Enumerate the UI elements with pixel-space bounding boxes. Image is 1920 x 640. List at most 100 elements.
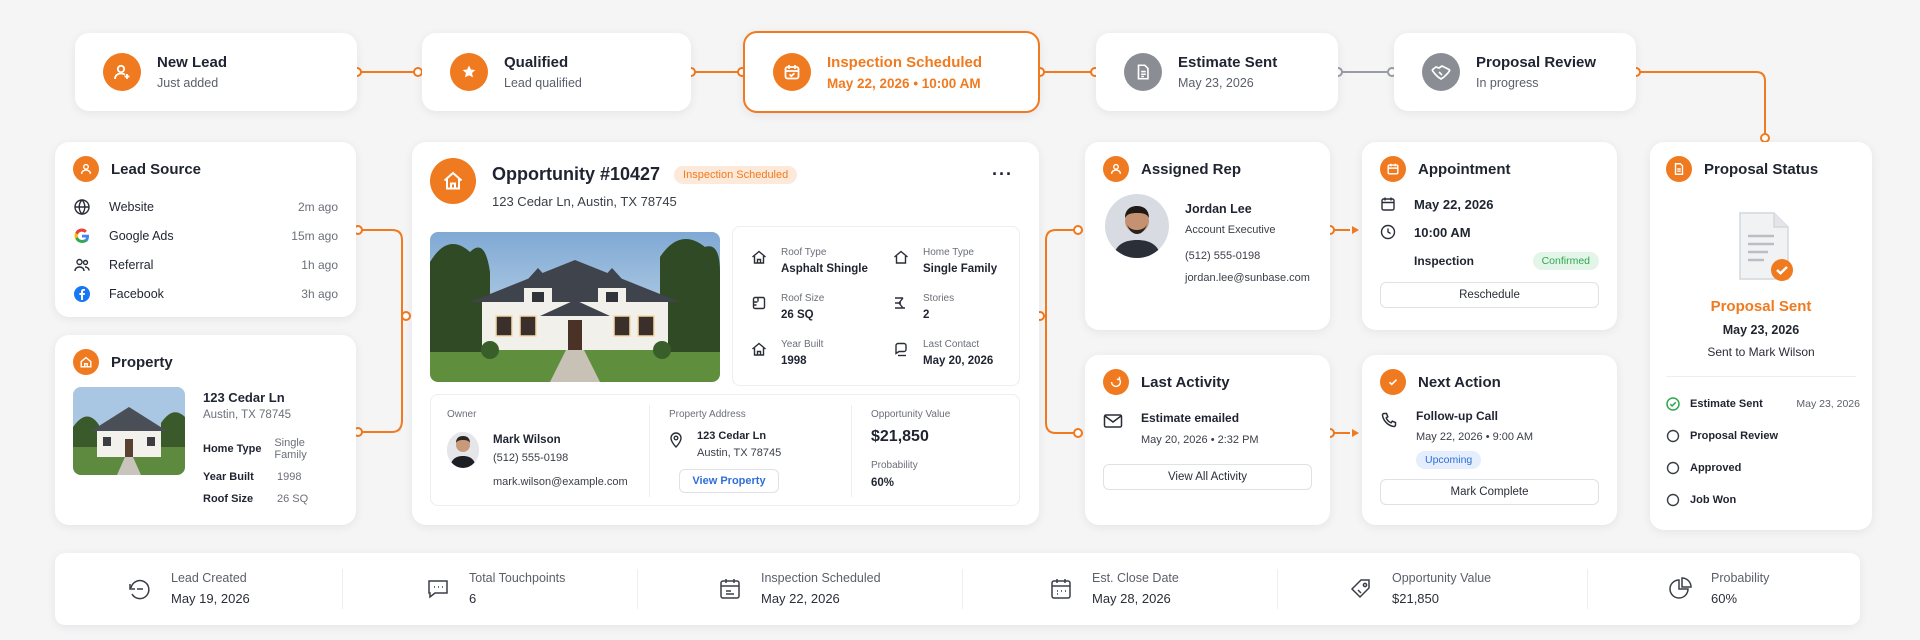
owner-email[interactable]: mark.wilson@example.com [493,476,628,488]
star-badge-icon [450,53,488,91]
stage-estimate-sent[interactable]: Estimate Sent May 23, 2026 [1096,33,1338,111]
activity-time: May 20, 2026 • 2:32 PM [1141,434,1259,446]
spec-label: Home Type [923,247,974,258]
card-title: Lead Source [111,160,202,178]
next-action-card: Next Action Follow-up Call May 22, 2026 … [1362,355,1617,525]
rep-phone[interactable]: (512) 555-0198 [1185,250,1310,262]
globe-icon [73,198,91,216]
stage-title: New Lead [157,54,228,71]
proposal-date: May 23, 2026 [1722,323,1800,337]
proposal-status-card: Proposal Status Proposal Sent May 23, 20… [1650,142,1872,530]
stage-subtitle: Lead qualified [504,76,582,90]
stage-subtitle: May 22, 2026 • 10:00 AM [827,75,981,91]
clock-icon [1380,224,1396,240]
mark-complete-button[interactable]: Mark Complete [1380,479,1599,505]
stage-proposal-review[interactable]: Proposal Review In progress [1394,33,1636,111]
upcoming-badge: Upcoming [1416,451,1482,469]
calendar-icon [1380,156,1406,182]
probability-label: Probability [871,460,918,471]
address-city: Austin, TX 78745 [697,447,782,459]
appointment-time: 10:00 AM [1414,224,1471,240]
stage-subtitle: May 23, 2026 [1178,76,1254,90]
check-circle-icon [1380,369,1406,395]
detail-label: Home Type [203,443,262,455]
pipeline-dashboard: New Lead Just added Qualified Lead qualifi… [0,0,1920,640]
pie-icon [1667,576,1693,602]
spec-value: 1998 [781,355,807,367]
phone-icon [1380,411,1398,429]
detail-value: 26 SQ [277,493,309,505]
stage-title: Proposal Review [1476,54,1597,71]
rep-name: Jordan Lee [1185,202,1252,216]
stage-new-lead[interactable]: New Lead Just added [75,33,357,111]
people-icon [73,256,91,274]
card-title: Appointment [1418,160,1511,178]
calendar-icon [1380,196,1396,212]
appointment-date: May 22, 2026 [1414,196,1494,212]
more-menu-button[interactable]: ··· [992,164,1013,185]
specs-panel: Roof Type Asphalt Shingle Home Type Single… [732,226,1020,386]
owner-avatar [447,432,479,468]
rep-role: Account Executive [1185,224,1276,236]
source-time: 1h ago [301,257,338,272]
property-thumbnail[interactable] [73,387,185,475]
owner-phone[interactable]: (512) 555-0198 [493,452,628,464]
property-address-label: Property Address [669,409,746,420]
stat-item: Opportunity Value $21,850 [1348,571,1491,606]
proposal-step: Proposal Review [1666,420,1860,452]
stage-subtitle: In progress [1476,76,1539,90]
document-icon [1124,53,1162,91]
tag-icon [1348,576,1374,602]
card-title: Property [111,353,173,371]
owner-name: Mark Wilson [493,434,561,446]
home-icon [751,341,767,357]
step-label: Approved [1690,462,1742,474]
house-photo[interactable] [430,232,720,382]
last-activity-card: Last Activity Estimate emailed May 20, 2… [1085,355,1330,525]
lead-source-row[interactable]: Google Ads 15m ago [73,221,338,250]
user-icon [73,156,99,182]
lead-source-row[interactable]: Referral 1h ago [73,250,338,279]
empty-circle-icon [1666,461,1680,475]
confirmed-badge: Confirmed [1532,252,1599,270]
source-label: Facebook [109,286,164,301]
appointment-type: Inspection [1414,254,1475,268]
activity-icon [1103,369,1129,395]
view-all-activity-button[interactable]: View All Activity [1103,464,1312,490]
view-property-button[interactable]: View Property [679,469,779,493]
card-title: Next Action [1418,373,1501,391]
roof-icon [751,249,767,265]
stage-title: Inspection Scheduled [827,53,983,71]
value-label: Opportunity Value [871,409,951,420]
lead-source-row[interactable]: Website 2m ago [73,192,338,221]
spec-item: Last Contact May 20, 2026 [893,339,1013,367]
stat-label: Lead Created [171,571,247,585]
spec-value: Asphalt Shingle [781,263,868,275]
spec-label: Roof Size [781,293,825,304]
card-title: Last Activity [1141,373,1230,391]
address-street: 123 Cedar Ln [697,430,767,442]
stairs-icon [893,295,909,311]
source-label: Referral [109,257,154,272]
stat-item: Inspection Scheduled May 22, 2026 [717,571,881,606]
source-time: 15m ago [291,228,338,243]
lead-source-row[interactable]: Facebook 3h ago [73,279,338,308]
stat-value: May 28, 2026 [1092,591,1171,606]
stage-inspection-scheduled[interactable]: Inspection Scheduled May 22, 2026 • 10:00… [743,31,1040,113]
spec-label: Last Contact [923,339,980,350]
proposal-recipient: Sent to Mark Wilson [1707,345,1815,359]
activity-title: Estimate emailed [1141,411,1240,425]
reschedule-button[interactable]: Reschedule [1380,282,1599,308]
stat-label: Total Touchpoints [469,571,566,585]
chat-icon [893,341,909,357]
ruler-icon [751,295,767,311]
spec-value: Single Family [923,263,998,275]
empty-circle-icon [1666,429,1680,443]
card-title: Assigned Rep [1141,160,1242,178]
stat-item: Probability 60% [1667,571,1769,606]
stage-qualified[interactable]: Qualified Lead qualified [422,33,691,111]
lead-source-card: Lead Source Website 2m ago Google Ads 15… [55,142,356,317]
rep-email[interactable]: jordan.lee@sunbase.com [1185,272,1310,284]
opportunity-summary: Owner Mark Wilson (512) 555-0198 mark.wi… [430,394,1020,506]
house-icon [430,158,476,204]
